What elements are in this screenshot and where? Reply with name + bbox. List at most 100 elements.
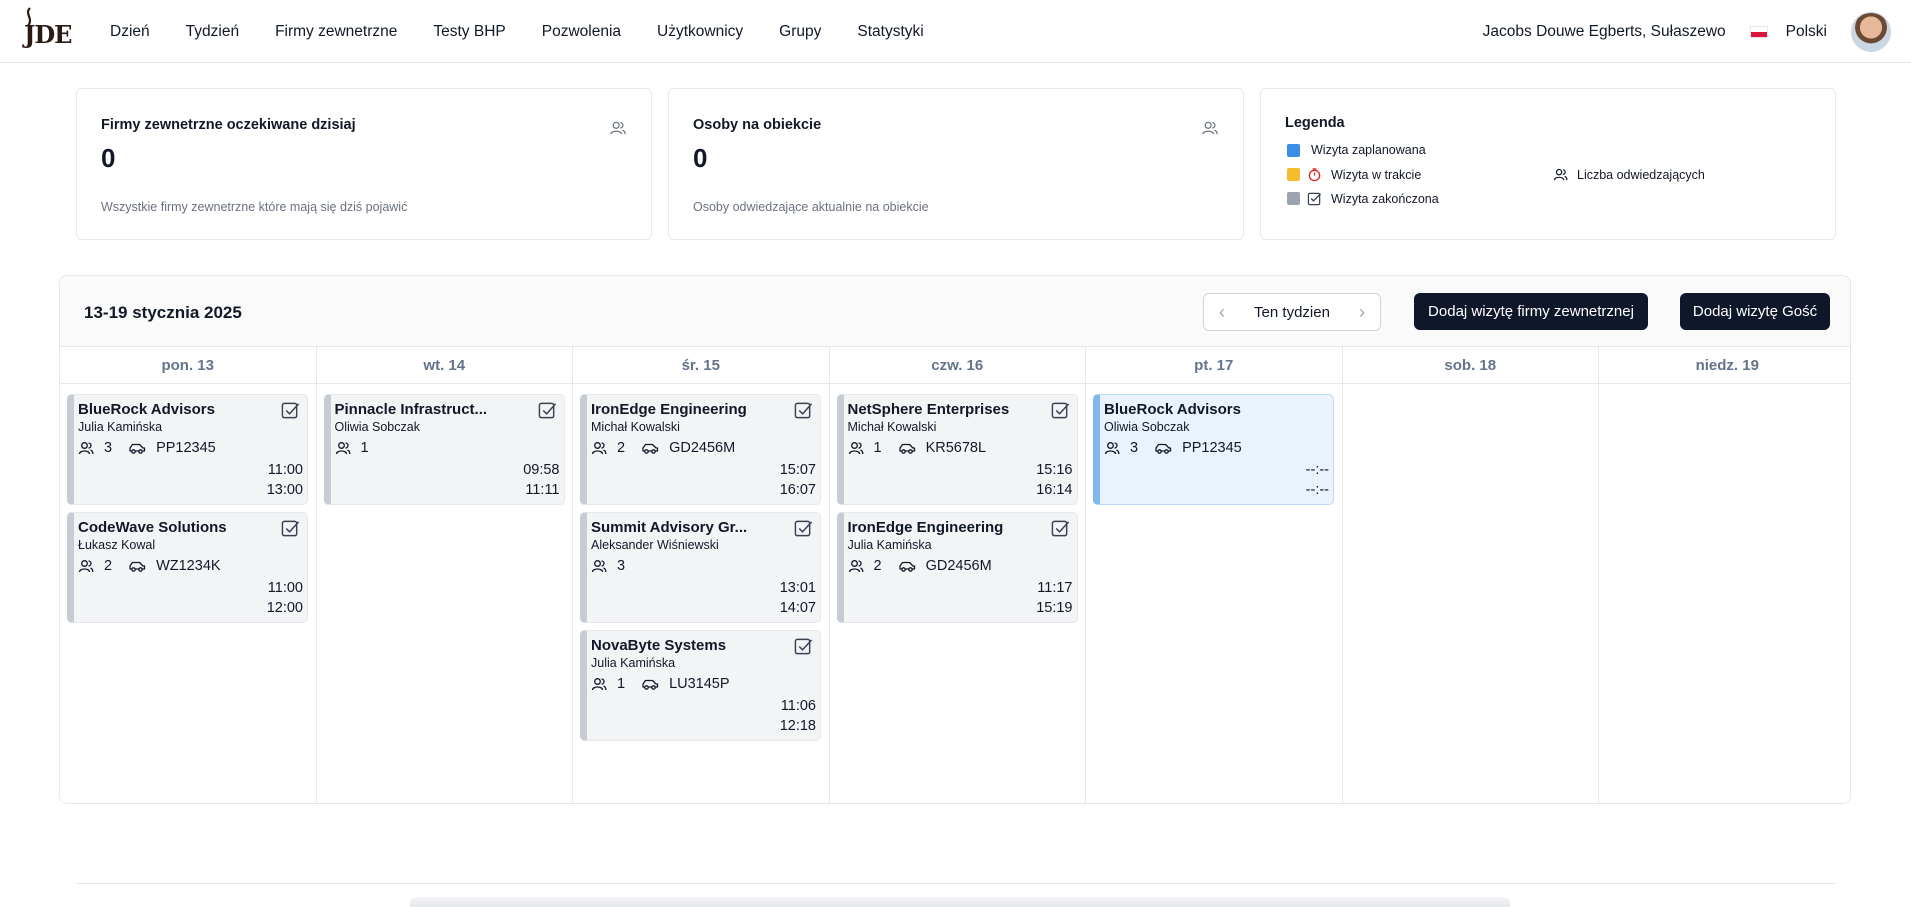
footer-panel: [410, 897, 1510, 907]
nav-statistics[interactable]: Statystyki: [857, 23, 923, 41]
legend-planned: Wizyta zaplanowana: [1287, 143, 1426, 157]
day-column: czw. 16 NetSphere Enterprises Michał Kowal…: [829, 347, 1086, 803]
visit-meta: 1 KR5678L: [848, 440, 987, 456]
users-icon: [591, 442, 607, 455]
user-avatar[interactable]: [1851, 11, 1891, 52]
company-name[interactable]: Jacobs Douwe Egberts, Sułaszewo: [1483, 23, 1726, 41]
visit-card[interactable]: CodeWave Solutions Łukasz Kowal 2 WZ1234K 11…: [67, 512, 308, 623]
legend-title: Legenda: [1285, 115, 1345, 131]
visit-start-time: 11:00: [267, 580, 303, 596]
visit-company: CodeWave Solutions: [78, 519, 227, 536]
visit-card[interactable]: NetSphere Enterprises Michał Kowalski 1 KR5…: [836, 394, 1078, 505]
visit-card[interactable]: IronEdge Engineering Julia Kamińska 2 GD245…: [836, 512, 1078, 623]
visit-meta: 2 GD2456M: [591, 440, 735, 456]
users-icon: [848, 560, 863, 573]
visit-end-time: --:--: [1305, 482, 1329, 498]
nav-day[interactable]: Dzień: [110, 23, 150, 41]
visit-card[interactable]: NovaByte Systems Julia Kamińska 1 LU3145P 11…: [580, 630, 821, 741]
check-square-icon: [794, 402, 813, 419]
day-column: niedz. 19: [1599, 347, 1850, 803]
car-icon: [1155, 443, 1172, 454]
visit-card[interactable]: IronEdge Engineering Michał Kowalski 2 GD24…: [580, 394, 821, 505]
visitor-count: 3: [1130, 440, 1139, 456]
visitor-count: 3: [104, 440, 113, 456]
in-progress-color-swatch: [1287, 168, 1300, 181]
nav-safety-tests[interactable]: Testy BHP: [433, 23, 505, 41]
nav-groups[interactable]: Grupy: [779, 23, 821, 41]
visit-start-time: 09:58: [523, 462, 560, 478]
visit-host: Julia Kamińska: [591, 656, 676, 670]
license-plate: PP12345: [156, 440, 216, 456]
visit-host: Julia Kamińska: [847, 538, 932, 552]
visit-company: NovaByte Systems: [591, 637, 727, 654]
visit-end-time: 11:11: [525, 482, 560, 498]
users-icon: [78, 442, 94, 455]
visit-end-time: 13:00: [266, 482, 303, 498]
visit-company: IronEdge Engineering: [591, 401, 747, 418]
jde-logo[interactable]: JDE: [20, 6, 72, 50]
visit-meta: 3 PP12345: [78, 440, 216, 456]
nav-users[interactable]: Użytkownicy: [657, 23, 743, 41]
car-icon: [129, 443, 146, 454]
visitor-count: 2: [104, 558, 113, 574]
main-menu: Dzień Tydzień Firmy zewnetrzne Testy BHP…: [110, 0, 960, 63]
visit-company: Pinnacle Infrastruct...: [334, 401, 488, 418]
legend-in-progress: Wizyta w trakcie: [1287, 167, 1421, 182]
visit-company: BlueRock Advisors: [78, 401, 215, 418]
add-guest-visit-button[interactable]: Dodaj wizytę Gość: [1680, 293, 1830, 330]
day-header: śr. 15: [573, 347, 829, 384]
visit-card[interactable]: BlueRock Advisors Julia Kamińska 3 PP12345 1…: [67, 394, 308, 505]
car-icon: [898, 443, 915, 454]
nav-external-companies[interactable]: Firmy zewnetrzne: [275, 23, 397, 41]
visit-host: Oliwia Sobczak: [1104, 420, 1190, 434]
visit-start-time: 11:17: [1037, 580, 1073, 596]
visit-host: Michał Kowalski: [591, 420, 680, 434]
users-icon: [1553, 168, 1568, 181]
day-header: pon. 13: [60, 347, 316, 384]
legend-label: Liczba odwiedzających: [1577, 167, 1705, 182]
visit-end-time: 12:00: [266, 600, 303, 616]
add-company-visit-button[interactable]: Dodaj wizytę firmy zewnetrznej: [1414, 293, 1648, 330]
current-week-button[interactable]: Ten tydzien: [1240, 304, 1344, 321]
visit-start-time: 13:01: [779, 580, 816, 596]
day-header: sob. 18: [1342, 347, 1598, 384]
day-header: czw. 16: [829, 347, 1085, 384]
license-plate: KR5678L: [925, 440, 987, 456]
language-selector[interactable]: Polski: [1786, 23, 1827, 41]
visit-meta: 2 WZ1234K: [78, 558, 221, 574]
people-on-site-card: Osoby na obiekcie 0 Osoby odwiedzające a…: [668, 88, 1244, 240]
users-icon: [1104, 442, 1120, 455]
top-navbar: JDE Dzień Tydzień Firmy zewnetrzne Testy…: [0, 0, 1911, 63]
footer-divider: [76, 883, 1836, 884]
visit-end-time: 12:18: [779, 718, 816, 734]
license-plate: LU3145P: [669, 676, 730, 692]
day-column: pt. 17 BlueRock Advisors Oliwia Sobczak 3 PP…: [1086, 347, 1343, 803]
car-icon: [898, 561, 915, 572]
nav-permits[interactable]: Pozwolenia: [542, 23, 621, 41]
legend-card: Legenda Wizyta zaplanowana Wizyta w trak…: [1260, 88, 1836, 240]
visitor-count: 1: [873, 440, 882, 456]
visit-card[interactable]: BlueRock Advisors Oliwia Sobczak 3 PP12345 -…: [1093, 394, 1334, 505]
navbar-right: Jacobs Douwe Egberts, Sułaszewo Polski: [1483, 0, 1891, 63]
check-square-icon: [538, 402, 556, 419]
chevron-right-icon[interactable]: ›: [1344, 302, 1380, 323]
users-icon: [610, 121, 626, 135]
day-column: śr. 15 IronEdge Engineering Michał Kowalsk…: [573, 347, 830, 803]
visit-start-time: 15:07: [779, 462, 816, 478]
check-square-icon: [281, 402, 300, 419]
day-column: pon. 13 BlueRock Advisors Julia Kamińska 3 P…: [60, 347, 317, 803]
legend-label: Wizyta zaplanowana: [1311, 143, 1426, 157]
day-column: sob. 18: [1342, 347, 1599, 803]
chevron-left-icon[interactable]: ‹: [1204, 302, 1240, 323]
visit-card[interactable]: Pinnacle Infrastruct... Oliwia Sobczak 1 09…: [323, 394, 565, 505]
nav-week[interactable]: Tydzień: [186, 23, 239, 41]
poland-flag-icon[interactable]: [1749, 25, 1768, 38]
day-header: wt. 14: [316, 347, 572, 384]
visitor-count: 1: [360, 440, 369, 456]
card-description: Wszystkie firmy zewnetrzne które mają si…: [101, 200, 408, 214]
visitor-count: 2: [617, 440, 626, 456]
check-square-icon: [794, 520, 813, 537]
users-icon: [848, 442, 863, 455]
visit-card[interactable]: Summit Advisory Gr... Aleksander Wiśniews…: [580, 512, 821, 623]
week-range-title: 13-19 stycznia 2025: [84, 303, 242, 322]
